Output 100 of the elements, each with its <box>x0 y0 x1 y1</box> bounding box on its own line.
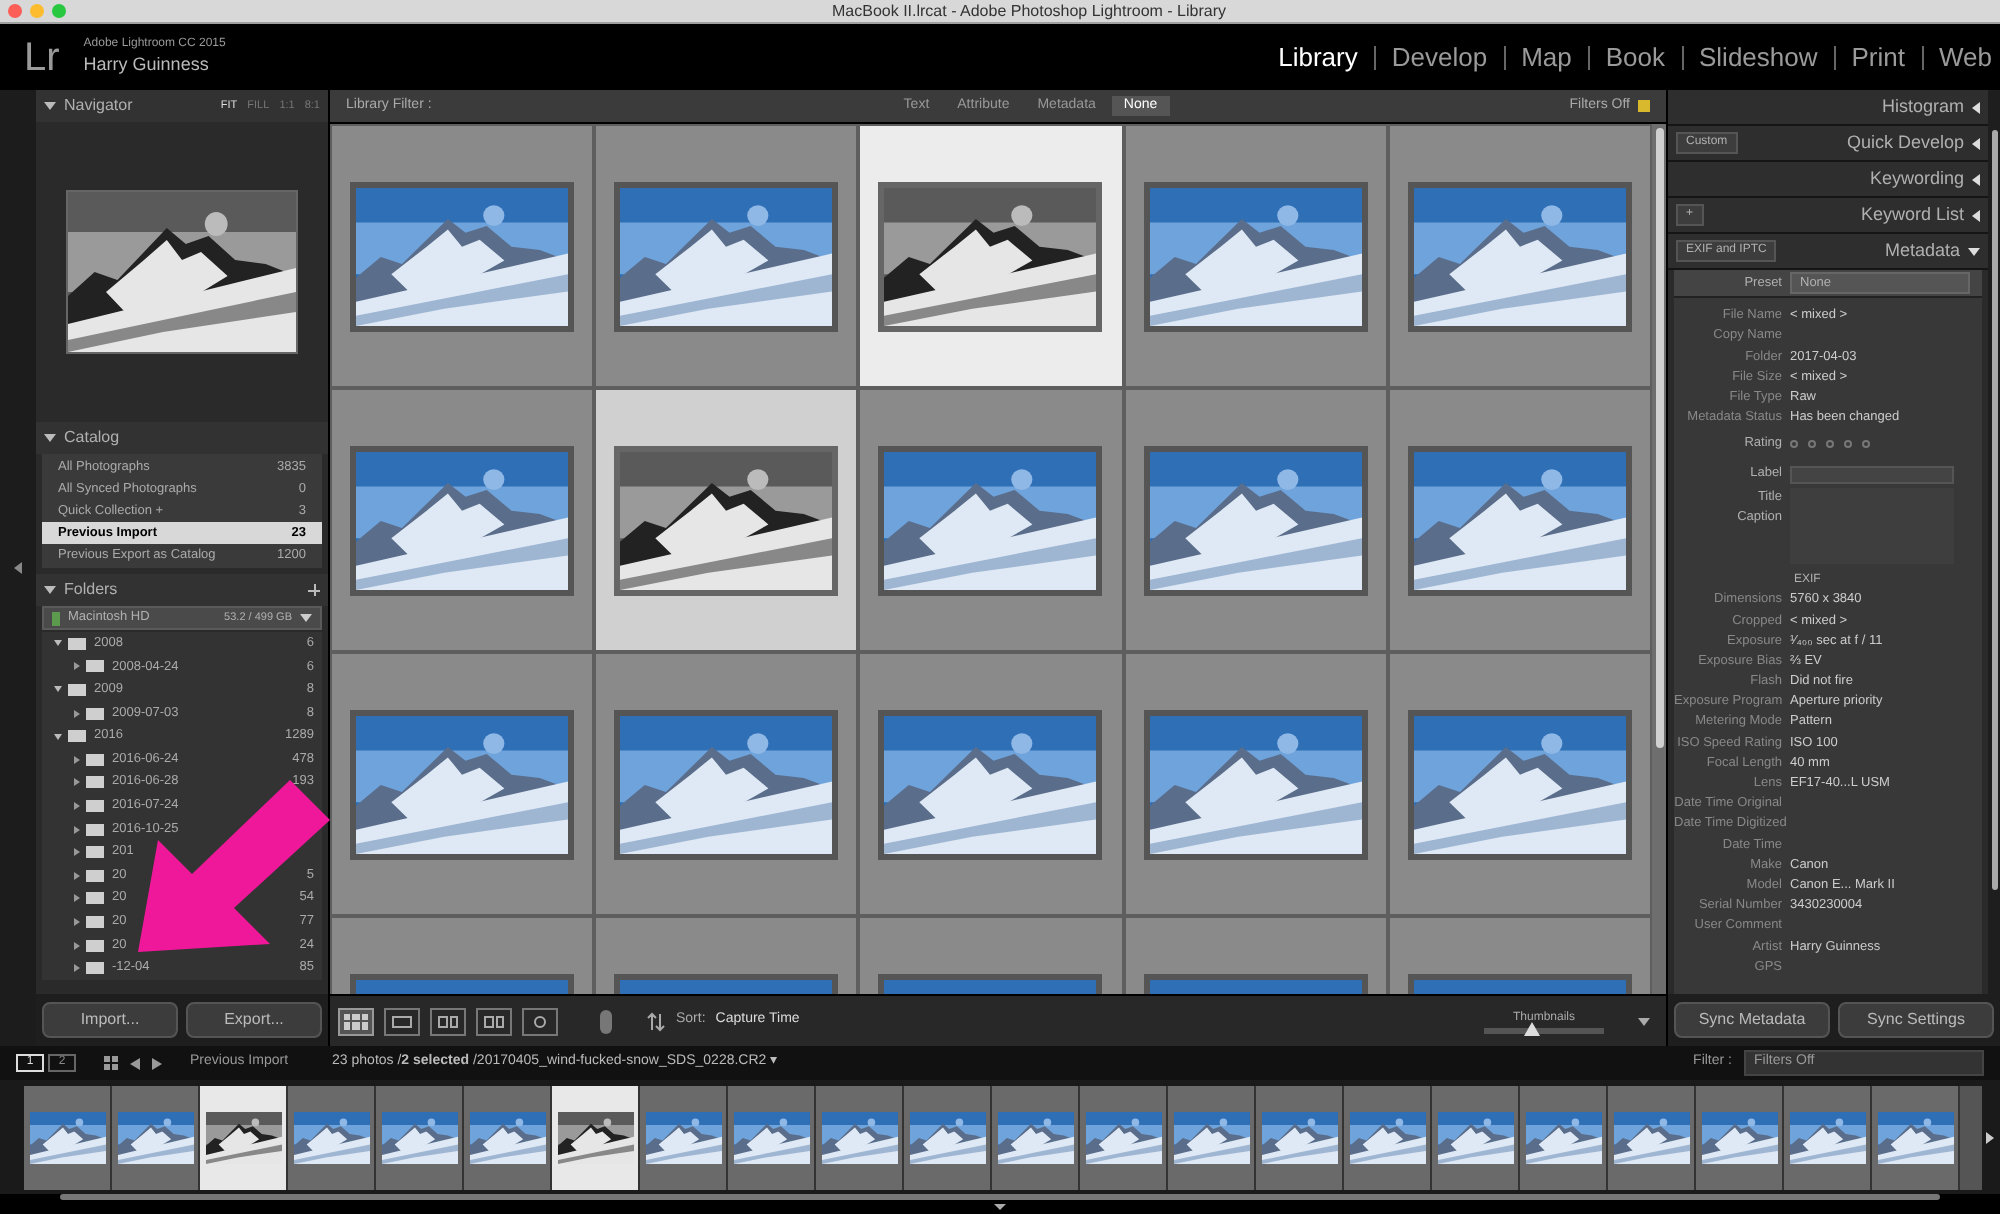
filmstrip-thumbnail[interactable] <box>1520 1085 1608 1189</box>
filmstrip-thumbnail[interactable] <box>1696 1085 1784 1189</box>
disclosure-icon[interactable] <box>44 586 56 594</box>
filmstrip-thumbnail[interactable] <box>552 1085 640 1189</box>
scrollbar[interactable] <box>1988 90 2000 994</box>
grid-cell[interactable] <box>594 652 859 916</box>
disclosure-icon[interactable] <box>1972 173 1980 185</box>
collapsed-icon[interactable] <box>74 709 80 718</box>
disclosure-icon[interactable] <box>44 434 56 442</box>
filmstrip-thumbnail[interactable] <box>1608 1085 1696 1189</box>
grid-cell[interactable] <box>330 652 595 916</box>
scrollbar[interactable] <box>60 1194 1940 1200</box>
caret-icon[interactable] <box>1638 1017 1650 1025</box>
collapsed-icon[interactable] <box>74 825 80 834</box>
filmstrip-thumbnail[interactable] <box>1432 1085 1520 1189</box>
collapsed-icon[interactable] <box>74 848 80 857</box>
spray-can-icon[interactable] <box>600 1009 612 1033</box>
grid-cell[interactable] <box>594 388 859 652</box>
label-field[interactable] <box>1790 465 1954 484</box>
panel-title[interactable]: Metadata <box>1884 237 1960 265</box>
grid-view-icon[interactable] <box>338 1007 374 1035</box>
filmstrip-thumbnail[interactable] <box>904 1085 992 1189</box>
grid-cell[interactable] <box>1123 124 1388 388</box>
disclosure-icon[interactable] <box>1968 247 1980 255</box>
filmstrip-thumbnail[interactable] <box>1784 1085 1872 1189</box>
filmstrip-thumbnail[interactable] <box>1256 1085 1344 1189</box>
filmstrip-thumbnail[interactable] <box>200 1085 288 1189</box>
panel-title[interactable]: Quick Develop <box>1846 129 1964 157</box>
expanded-icon[interactable] <box>54 640 62 647</box>
user-name: Harry Guinness <box>83 53 211 76</box>
collapsed-icon[interactable] <box>74 801 80 810</box>
grid-cell[interactable] <box>858 652 1124 916</box>
caret-icon[interactable] <box>994 1204 1006 1210</box>
scrollbar[interactable] <box>1652 124 1666 994</box>
grid-cell[interactable] <box>1387 388 1652 652</box>
panel-title[interactable]: Keyword List <box>1860 201 1964 229</box>
scroll-right-icon[interactable] <box>1986 1131 1994 1143</box>
collapse-panel-icon[interactable] <box>14 562 22 574</box>
panel-title[interactable]: Catalog <box>64 426 120 450</box>
loupe-view-icon[interactable] <box>384 1007 420 1035</box>
star-rating[interactable] <box>1790 440 1870 449</box>
window-title: MacBook II.lrcat - Adobe Photoshop Lightroom - Library <box>832 3 1226 19</box>
disclosure-icon[interactable] <box>1972 209 1980 221</box>
grid-cell[interactable] <box>1123 652 1388 916</box>
filmstrip-thumbnail[interactable] <box>816 1085 904 1189</box>
module-tab[interactable]: Book <box>1605 37 1665 77</box>
filmstrip-thumbnail[interactable] <box>112 1085 200 1189</box>
grid-cell[interactable] <box>330 124 595 388</box>
module-tab[interactable]: Web <box>1939 37 1992 77</box>
add-icon[interactable] <box>308 584 320 596</box>
module-tab[interactable]: Slideshow <box>1699 37 1818 77</box>
collapsed-icon[interactable] <box>74 917 80 926</box>
filmstrip-thumbnail[interactable] <box>464 1085 552 1189</box>
filmstrip-thumbnail[interactable] <box>1344 1085 1432 1189</box>
compare-view-icon[interactable] <box>430 1007 466 1035</box>
people-view-icon[interactable] <box>522 1007 558 1035</box>
forward-arrow-icon[interactable] <box>152 1057 162 1069</box>
expanded-icon[interactable] <box>54 686 62 693</box>
disclosure-icon[interactable] <box>1972 101 1980 113</box>
survey-view-icon[interactable] <box>476 1007 512 1035</box>
grid-cell[interactable] <box>858 388 1124 652</box>
grid-cell[interactable] <box>594 124 859 388</box>
panel-title[interactable]: Navigator <box>64 94 133 118</box>
collapsed-icon[interactable] <box>74 941 80 950</box>
grid-cell[interactable] <box>1387 124 1652 388</box>
collapsed-icon[interactable] <box>74 778 80 787</box>
filmstrip-thumbnail[interactable] <box>24 1085 112 1189</box>
collapsed-icon[interactable] <box>74 871 80 880</box>
filmstrip-thumbnail[interactable] <box>376 1085 464 1189</box>
sort-direction-icon[interactable] <box>646 1011 666 1031</box>
grid-cell[interactable] <box>858 124 1124 388</box>
expanded-icon[interactable] <box>54 733 62 740</box>
filmstrip-thumbnail[interactable] <box>1168 1085 1256 1189</box>
grid-cell[interactable] <box>1387 652 1652 916</box>
collapsed-icon[interactable] <box>74 964 80 973</box>
collapsed-icon[interactable] <box>74 755 80 764</box>
disclosure-icon[interactable] <box>1972 137 1980 149</box>
panel-button[interactable]: Sync Settings <box>1838 1002 1994 1038</box>
filmstrip-thumbnail[interactable] <box>1872 1085 1960 1189</box>
back-arrow-icon[interactable] <box>130 1057 140 1069</box>
grid-cell[interactable] <box>1123 388 1388 652</box>
panel-button[interactable]: Export... <box>186 1002 322 1038</box>
module-tab[interactable]: Develop <box>1391 37 1488 77</box>
panel-button[interactable]: Import... <box>42 1002 178 1038</box>
filmstrip-thumbnail[interactable] <box>992 1085 1080 1189</box>
panel-button[interactable]: Sync Metadata <box>1674 1002 1830 1038</box>
collapsed-icon[interactable] <box>74 662 80 671</box>
collapsed-icon[interactable] <box>74 894 80 903</box>
module-tab[interactable]: Print <box>1851 37 1905 77</box>
filmstrip-thumbnail[interactable] <box>640 1085 728 1189</box>
filmstrip-thumbnail[interactable] <box>728 1085 816 1189</box>
caret-icon[interactable] <box>300 614 312 622</box>
filmstrip-thumbnail[interactable] <box>288 1085 376 1189</box>
grid-icon[interactable] <box>104 1056 118 1070</box>
disclosure-icon[interactable] <box>44 102 56 110</box>
module-tab[interactable]: Map <box>1521 37 1572 77</box>
grid-cell[interactable] <box>330 388 595 652</box>
filmstrip-thumbnail[interactable] <box>1080 1085 1168 1189</box>
module-tab[interactable]: Library <box>1278 37 1358 77</box>
panel-title[interactable]: Folders <box>64 578 118 602</box>
